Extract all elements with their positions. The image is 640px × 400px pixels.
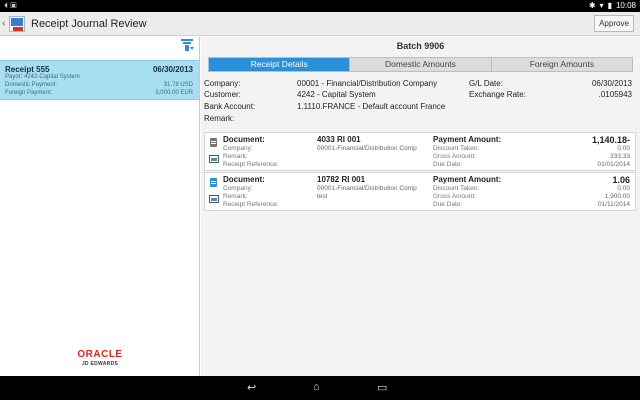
company-value: 00001 - Financial/Distribution Company [297, 79, 438, 88]
domestic-payment-value: 31.78 USD [163, 82, 193, 88]
battery-icon: ▮ [607, 1, 612, 10]
gross-amount-value: 333.33 [610, 153, 630, 160]
receipt-detail-pane: Batch 9906 Receipt Details Domestic Amou… [201, 37, 640, 376]
foreign-payment-value: 3,000.00 EUR [155, 90, 193, 96]
bank-account-label: Bank Account: [204, 102, 256, 111]
page-title: Receipt Journal Review [31, 18, 147, 30]
gross-amount-value: 1,900.00 [604, 193, 630, 200]
document-label: Document: [223, 135, 265, 144]
app-logo-icon[interactable] [9, 16, 25, 32]
customer-value: 4242 - Capital System [297, 90, 376, 99]
document-card[interactable]: Document: 10782 RI 001 Company: 00001-Fi… [204, 172, 636, 211]
discount-taken-label: Discount Taken: [433, 185, 480, 192]
company-label: Company: [223, 185, 253, 192]
document-card[interactable]: Document: 4033 RI 001 Company: 00001-Fin… [204, 132, 636, 171]
approve-button[interactable]: Approve [594, 15, 634, 32]
bank-account-value: 1.1110.FRANCE - Default account France [297, 102, 446, 111]
customer-label: Customer: [204, 90, 241, 99]
due-date-value: 01/11/2014 [597, 201, 630, 208]
nav-recents-icon[interactable]: ▭ [377, 381, 387, 394]
gross-amount-label: Gross Amount: [433, 193, 476, 200]
oracle-jde-logo: ORACLE JD EDWARDS [0, 349, 200, 367]
remark-label: Remark: [204, 114, 235, 123]
action-bar: ‹ Receipt Journal Review Approve [0, 12, 640, 36]
tab-domestic-amounts[interactable]: Domestic Amounts [350, 58, 492, 71]
exchange-rate-label: Exchange Rate: [469, 90, 526, 99]
discount-taken-label: Discount Taken: [433, 145, 480, 152]
oracle-wordmark: ORACLE [77, 349, 123, 360]
document-number: 4033 RI 001 [317, 135, 361, 144]
status-bar: ⏴ ▣ ✱ ▾ ▮ 10:08 [0, 0, 640, 12]
bluetooth-icon: ✱ [588, 1, 596, 10]
wifi-icon: ▾ [599, 1, 604, 10]
exchange-rate-value: .0105943 [598, 90, 632, 99]
receipt-payor: Payor: 4242-Capital System [5, 74, 80, 80]
company-value: 00001-Financial/Distribution Comp [317, 145, 417, 152]
detail-tabs: Receipt Details Domestic Amounts Foreign… [208, 57, 633, 72]
gl-date-value: 06/30/2013 [591, 79, 632, 88]
nav-home-icon[interactable]: ⌂ [313, 381, 320, 393]
tab-receipt-details[interactable]: Receipt Details [209, 58, 351, 71]
receipt-list-pane: Receipt 555 06/30/2013 Payor: 4242-Capit… [0, 37, 200, 376]
attachment-icon[interactable] [209, 195, 219, 203]
due-date-label: Due Date: [433, 161, 463, 168]
jd-edwards-wordmark: JD EDWARDS [81, 361, 119, 367]
receipt-title: Receipt 555 [5, 65, 50, 74]
remark-value: test [317, 193, 328, 200]
batch-title: Batch 9906 [396, 41, 445, 51]
domestic-payment-row: Domestic Payment: 31.78 USD [5, 82, 193, 88]
clock: 10:08 [615, 1, 636, 10]
discount-taken-value: 0.00 [617, 185, 630, 192]
domestic-payment-label: Domestic Payment: [5, 82, 58, 88]
document-number: 10782 RI 001 [317, 175, 366, 184]
due-date-label: Due Date: [433, 201, 463, 208]
payment-amount-label: Payment Amount: [433, 175, 502, 184]
payment-amount-label: Payment Amount: [433, 135, 502, 144]
receipt-reference-label: Receipt Reference: [223, 161, 279, 168]
company-label: Company: [223, 145, 253, 152]
receipt-reference-label: Receipt Reference: [223, 201, 279, 208]
due-date-value: 01/01/2014 [597, 161, 630, 168]
back-icon[interactable]: ‹ [2, 18, 5, 29]
discount-taken-value: 0.00 [617, 145, 630, 152]
payment-amount-value: 1.06 [612, 175, 630, 185]
document-icon [210, 138, 217, 147]
payment-amount-value: 1,140.18- [591, 135, 630, 145]
receipt-list-item[interactable]: Receipt 555 06/30/2013 Payor: 4242-Capit… [0, 60, 199, 100]
filter-icon[interactable] [181, 39, 195, 52]
attachment-icon[interactable] [209, 155, 219, 163]
document-icon [210, 178, 217, 187]
foreign-payment-row: Foreign Payment: 3,000.00 EUR [5, 90, 193, 96]
receipt-date: 06/30/2013 [152, 65, 193, 74]
system-nav-bar: ↩ ⌂ ▭ [0, 376, 640, 400]
foreign-payment-label: Foreign Payment: [5, 90, 53, 96]
company-label: Company: [204, 79, 241, 88]
gl-date-label: G/L Date: [469, 79, 503, 88]
nav-back-icon[interactable]: ↩ [247, 381, 256, 394]
remark-label: Remark: [223, 193, 248, 200]
tab-foreign-amounts[interactable]: Foreign Amounts [492, 58, 632, 71]
notification-icons: ⏴ ▣ [4, 1, 17, 10]
document-label: Document: [223, 175, 265, 184]
remark-label: Remark: [223, 153, 248, 160]
gross-amount-label: Gross Amount: [433, 153, 476, 160]
company-value: 00001-Financial/Distribution Comp [317, 185, 417, 192]
